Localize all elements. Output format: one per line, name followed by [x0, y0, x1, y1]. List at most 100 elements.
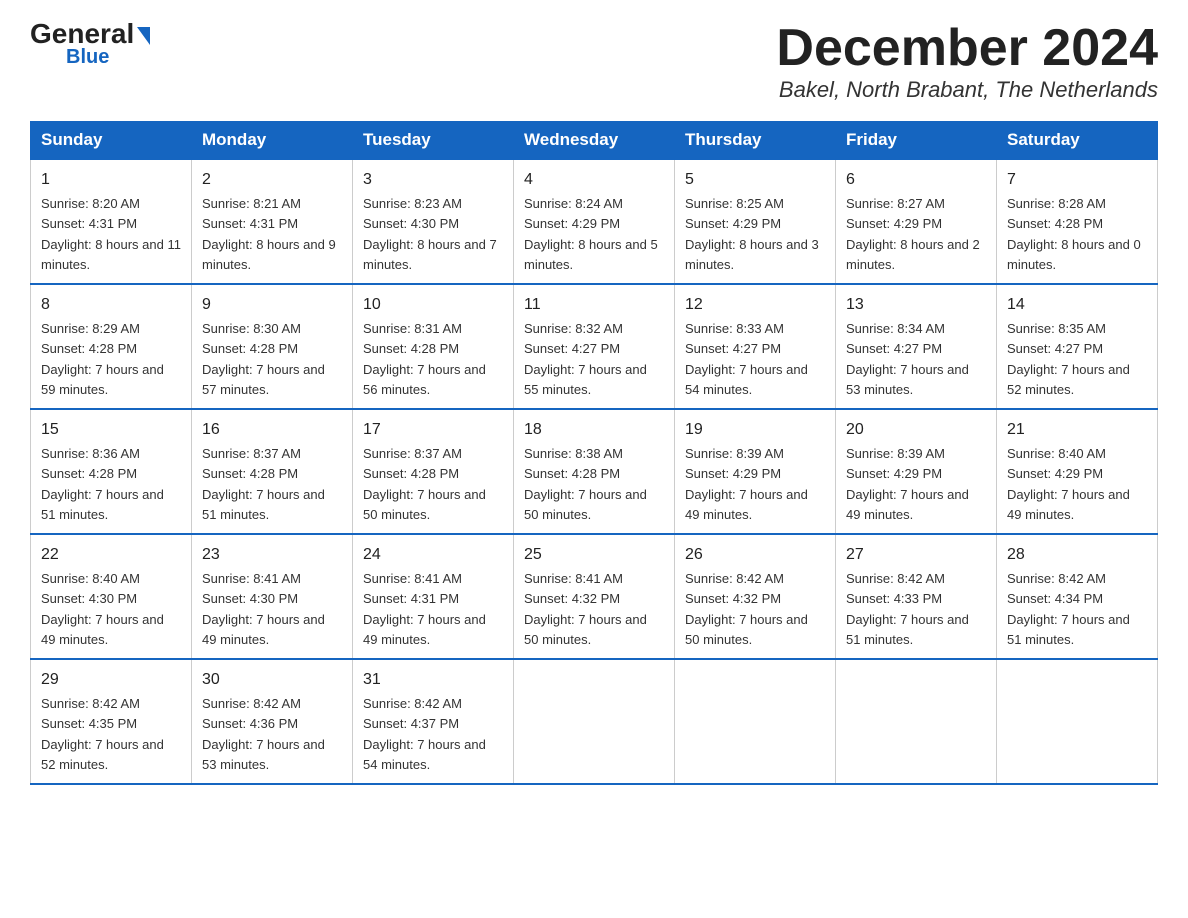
day-info: Sunrise: 8:28 AMSunset: 4:28 PMDaylight:…: [1007, 196, 1141, 272]
calendar-cell: 1 Sunrise: 8:20 AMSunset: 4:31 PMDayligh…: [31, 159, 192, 284]
day-info: Sunrise: 8:21 AMSunset: 4:31 PMDaylight:…: [202, 196, 336, 272]
day-info: Sunrise: 8:35 AMSunset: 4:27 PMDaylight:…: [1007, 321, 1130, 397]
calendar-cell: 30 Sunrise: 8:42 AMSunset: 4:36 PMDaylig…: [192, 659, 353, 784]
calendar-week-1: 1 Sunrise: 8:20 AMSunset: 4:31 PMDayligh…: [31, 159, 1158, 284]
day-number: 25: [524, 543, 664, 567]
day-number: 27: [846, 543, 986, 567]
calendar-cell: 29 Sunrise: 8:42 AMSunset: 4:35 PMDaylig…: [31, 659, 192, 784]
day-number: 23: [202, 543, 342, 567]
day-info: Sunrise: 8:37 AMSunset: 4:28 PMDaylight:…: [202, 446, 325, 522]
page-header: General Blue December 2024 Bakel, North …: [30, 20, 1158, 103]
calendar-header-row: SundayMondayTuesdayWednesdayThursdayFrid…: [31, 122, 1158, 160]
calendar-cell: 4 Sunrise: 8:24 AMSunset: 4:29 PMDayligh…: [514, 159, 675, 284]
day-info: Sunrise: 8:40 AMSunset: 4:29 PMDaylight:…: [1007, 446, 1130, 522]
calendar-cell: [836, 659, 997, 784]
calendar-week-3: 15 Sunrise: 8:36 AMSunset: 4:28 PMDaylig…: [31, 409, 1158, 534]
day-info: Sunrise: 8:37 AMSunset: 4:28 PMDaylight:…: [363, 446, 486, 522]
day-info: Sunrise: 8:38 AMSunset: 4:28 PMDaylight:…: [524, 446, 647, 522]
day-info: Sunrise: 8:42 AMSunset: 4:37 PMDaylight:…: [363, 696, 486, 772]
day-number: 4: [524, 168, 664, 192]
day-number: 28: [1007, 543, 1147, 567]
calendar-cell: [514, 659, 675, 784]
day-info: Sunrise: 8:40 AMSunset: 4:30 PMDaylight:…: [41, 571, 164, 647]
header-thursday: Thursday: [675, 122, 836, 160]
calendar-cell: 5 Sunrise: 8:25 AMSunset: 4:29 PMDayligh…: [675, 159, 836, 284]
day-number: 19: [685, 418, 825, 442]
day-number: 16: [202, 418, 342, 442]
header-sunday: Sunday: [31, 122, 192, 160]
month-title: December 2024: [776, 20, 1158, 77]
calendar-cell: 8 Sunrise: 8:29 AMSunset: 4:28 PMDayligh…: [31, 284, 192, 409]
day-info: Sunrise: 8:42 AMSunset: 4:33 PMDaylight:…: [846, 571, 969, 647]
calendar-cell: 16 Sunrise: 8:37 AMSunset: 4:28 PMDaylig…: [192, 409, 353, 534]
calendar-week-4: 22 Sunrise: 8:40 AMSunset: 4:30 PMDaylig…: [31, 534, 1158, 659]
title-block: December 2024 Bakel, North Brabant, The …: [776, 20, 1158, 103]
day-number: 17: [363, 418, 503, 442]
day-info: Sunrise: 8:39 AMSunset: 4:29 PMDaylight:…: [846, 446, 969, 522]
calendar-cell: 14 Sunrise: 8:35 AMSunset: 4:27 PMDaylig…: [997, 284, 1158, 409]
calendar-cell: 20 Sunrise: 8:39 AMSunset: 4:29 PMDaylig…: [836, 409, 997, 534]
day-info: Sunrise: 8:20 AMSunset: 4:31 PMDaylight:…: [41, 196, 181, 272]
logo-blue: Blue: [66, 46, 109, 69]
day-number: 6: [846, 168, 986, 192]
day-info: Sunrise: 8:42 AMSunset: 4:32 PMDaylight:…: [685, 571, 808, 647]
day-number: 3: [363, 168, 503, 192]
calendar-cell: 25 Sunrise: 8:41 AMSunset: 4:32 PMDaylig…: [514, 534, 675, 659]
day-number: 26: [685, 543, 825, 567]
calendar-cell: 26 Sunrise: 8:42 AMSunset: 4:32 PMDaylig…: [675, 534, 836, 659]
day-info: Sunrise: 8:30 AMSunset: 4:28 PMDaylight:…: [202, 321, 325, 397]
calendar-cell: 2 Sunrise: 8:21 AMSunset: 4:31 PMDayligh…: [192, 159, 353, 284]
calendar-cell: 17 Sunrise: 8:37 AMSunset: 4:28 PMDaylig…: [353, 409, 514, 534]
day-info: Sunrise: 8:34 AMSunset: 4:27 PMDaylight:…: [846, 321, 969, 397]
day-info: Sunrise: 8:32 AMSunset: 4:27 PMDaylight:…: [524, 321, 647, 397]
logo: General Blue: [30, 20, 150, 69]
day-number: 15: [41, 418, 181, 442]
day-number: 9: [202, 293, 342, 317]
header-wednesday: Wednesday: [514, 122, 675, 160]
day-number: 30: [202, 668, 342, 692]
header-tuesday: Tuesday: [353, 122, 514, 160]
day-info: Sunrise: 8:33 AMSunset: 4:27 PMDaylight:…: [685, 321, 808, 397]
calendar-cell: 22 Sunrise: 8:40 AMSunset: 4:30 PMDaylig…: [31, 534, 192, 659]
calendar-cell: 13 Sunrise: 8:34 AMSunset: 4:27 PMDaylig…: [836, 284, 997, 409]
calendar-cell: 3 Sunrise: 8:23 AMSunset: 4:30 PMDayligh…: [353, 159, 514, 284]
calendar-cell: 11 Sunrise: 8:32 AMSunset: 4:27 PMDaylig…: [514, 284, 675, 409]
day-number: 12: [685, 293, 825, 317]
day-info: Sunrise: 8:25 AMSunset: 4:29 PMDaylight:…: [685, 196, 819, 272]
day-number: 2: [202, 168, 342, 192]
calendar-cell: 7 Sunrise: 8:28 AMSunset: 4:28 PMDayligh…: [997, 159, 1158, 284]
day-info: Sunrise: 8:42 AMSunset: 4:35 PMDaylight:…: [41, 696, 164, 772]
day-info: Sunrise: 8:41 AMSunset: 4:32 PMDaylight:…: [524, 571, 647, 647]
calendar-cell: 21 Sunrise: 8:40 AMSunset: 4:29 PMDaylig…: [997, 409, 1158, 534]
calendar-cell: 12 Sunrise: 8:33 AMSunset: 4:27 PMDaylig…: [675, 284, 836, 409]
day-number: 13: [846, 293, 986, 317]
day-number: 18: [524, 418, 664, 442]
day-info: Sunrise: 8:36 AMSunset: 4:28 PMDaylight:…: [41, 446, 164, 522]
calendar-cell: [675, 659, 836, 784]
calendar-cell: 10 Sunrise: 8:31 AMSunset: 4:28 PMDaylig…: [353, 284, 514, 409]
day-number: 31: [363, 668, 503, 692]
calendar-cell: 27 Sunrise: 8:42 AMSunset: 4:33 PMDaylig…: [836, 534, 997, 659]
calendar-cell: 19 Sunrise: 8:39 AMSunset: 4:29 PMDaylig…: [675, 409, 836, 534]
day-info: Sunrise: 8:41 AMSunset: 4:30 PMDaylight:…: [202, 571, 325, 647]
day-number: 5: [685, 168, 825, 192]
day-number: 14: [1007, 293, 1147, 317]
calendar-week-2: 8 Sunrise: 8:29 AMSunset: 4:28 PMDayligh…: [31, 284, 1158, 409]
header-friday: Friday: [836, 122, 997, 160]
day-info: Sunrise: 8:29 AMSunset: 4:28 PMDaylight:…: [41, 321, 164, 397]
day-info: Sunrise: 8:23 AMSunset: 4:30 PMDaylight:…: [363, 196, 497, 272]
day-number: 1: [41, 168, 181, 192]
location: Bakel, North Brabant, The Netherlands: [776, 77, 1158, 103]
day-number: 29: [41, 668, 181, 692]
logo-triangle-icon: [137, 27, 150, 45]
day-info: Sunrise: 8:39 AMSunset: 4:29 PMDaylight:…: [685, 446, 808, 522]
logo-general: General: [30, 20, 134, 48]
day-number: 24: [363, 543, 503, 567]
calendar-cell: [997, 659, 1158, 784]
day-number: 20: [846, 418, 986, 442]
day-number: 22: [41, 543, 181, 567]
calendar-cell: 31 Sunrise: 8:42 AMSunset: 4:37 PMDaylig…: [353, 659, 514, 784]
calendar-cell: 23 Sunrise: 8:41 AMSunset: 4:30 PMDaylig…: [192, 534, 353, 659]
day-info: Sunrise: 8:41 AMSunset: 4:31 PMDaylight:…: [363, 571, 486, 647]
header-saturday: Saturday: [997, 122, 1158, 160]
